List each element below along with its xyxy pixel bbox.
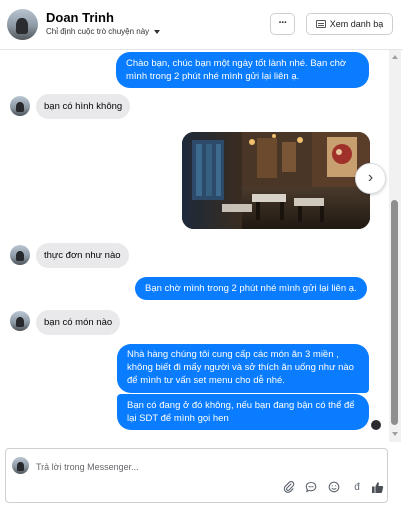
view-contacts-label: Xem danh bạ	[329, 19, 384, 29]
like-icon[interactable]	[370, 481, 384, 495]
message-text: Bạn chờ mình trong 2 phút nhé mình gửi l…	[145, 283, 357, 294]
message-text: bạn có món nào	[44, 317, 113, 328]
message-bubble-outgoing[interactable]: Nhà hàng chúng tôi cung cấp các món ăn 3…	[117, 344, 369, 393]
message-bubble-incoming[interactable]: bạn có hình không	[36, 94, 131, 119]
message-text: Nhà hàng chúng tôi cung cấp các món ăn 3…	[127, 349, 354, 386]
message-bubble-outgoing[interactable]: Bạn có đang ở đó không, nếu bạn đang bận…	[117, 394, 369, 430]
my-avatar	[12, 457, 29, 474]
emoji-icon[interactable]	[327, 481, 341, 495]
message-bubble-incoming[interactable]: bạn có món nào	[36, 310, 121, 335]
assign-conversation-dropdown[interactable]: Chỉ định cuộc trò chuyện này	[46, 27, 161, 36]
paperclip-icon[interactable]	[282, 481, 296, 495]
message-bubble-outgoing[interactable]: Bạn chờ mình trong 2 phút nhé mình gửi l…	[135, 277, 367, 300]
message-text: thực đơn như nào	[44, 250, 121, 261]
sender-avatar	[10, 245, 30, 265]
caret-down-icon	[154, 29, 161, 34]
conversation-header: Doan Trinh Chỉ định cuộc trò chuyện này …	[0, 0, 403, 50]
message-bubble-outgoing[interactable]: Chào bạn, chúc bạn một ngày tốt lành nhé…	[116, 52, 369, 88]
next-image-button[interactable]: ›	[355, 163, 386, 194]
assign-conversation-label: Chỉ định cuộc trò chuyện này	[46, 27, 150, 36]
message-bubble-incoming[interactable]: thực đơn như nào	[36, 243, 129, 268]
message-text: Chào bạn, chúc bạn một ngày tốt lành nhé…	[126, 58, 347, 82]
scroll-down-arrow-icon[interactable]	[392, 432, 398, 436]
contact-avatar[interactable]	[7, 9, 38, 40]
contact-card-icon	[315, 20, 326, 28]
scroll-up-arrow-icon[interactable]	[392, 55, 398, 59]
restaurant-photo-image	[182, 132, 370, 229]
chat-icon[interactable]	[304, 481, 318, 495]
reply-input[interactable]	[36, 460, 366, 474]
message-text: Bạn có đang ở đó không, nếu bạn đang bận…	[127, 400, 355, 424]
sender-avatar	[10, 311, 30, 331]
more-options-button[interactable]: ···	[270, 13, 295, 35]
sender-avatar	[10, 96, 30, 116]
currency-icon[interactable]: đ	[350, 481, 364, 495]
contact-name[interactable]: Doan Trinh	[46, 10, 114, 25]
message-text: bạn có hình không	[44, 101, 123, 112]
scrollbar-thumb[interactable]	[391, 200, 398, 425]
message-thread: Chào bạn, chúc bạn một ngày tốt lành nhé…	[0, 50, 388, 438]
view-contacts-button[interactable]: Xem danh bạ	[306, 13, 393, 35]
read-receipt-avatar	[371, 420, 381, 430]
restaurant-photo[interactable]	[182, 132, 370, 229]
